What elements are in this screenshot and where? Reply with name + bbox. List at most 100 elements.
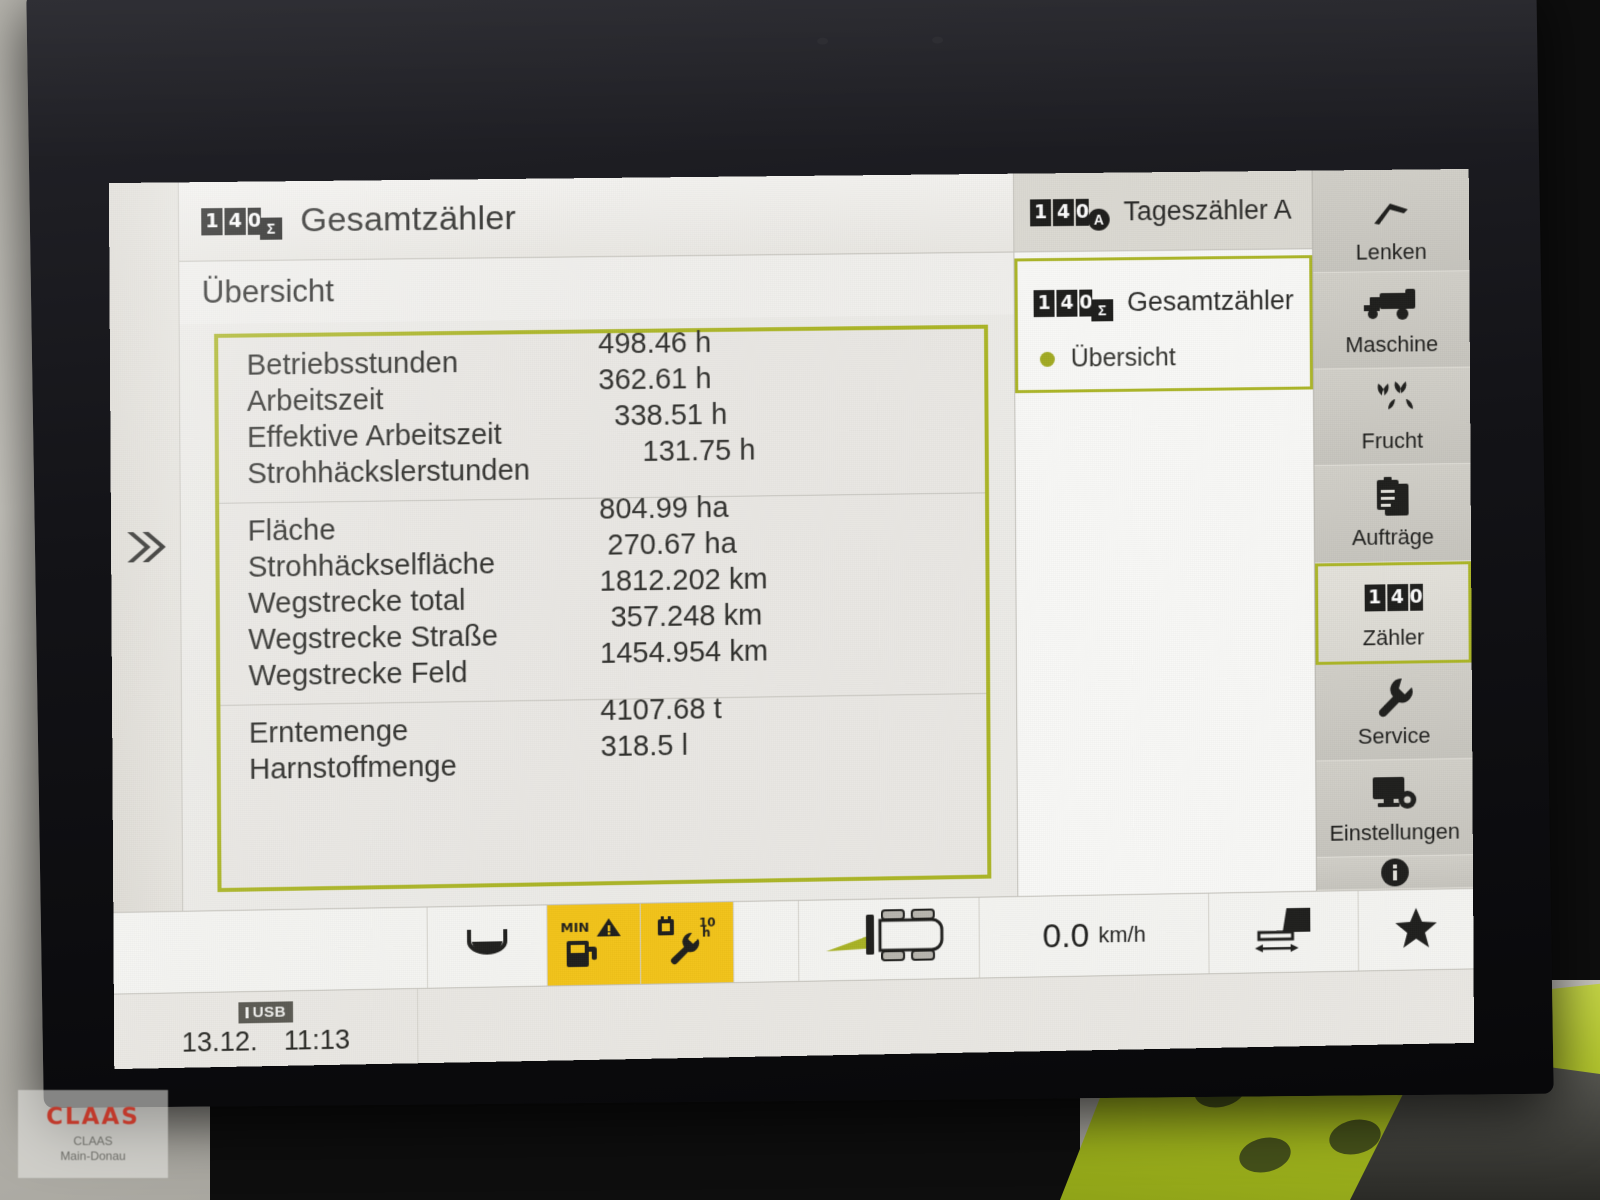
star-icon [1393, 905, 1439, 955]
sidebar-item-label: Maschine [1345, 331, 1439, 358]
sidebar-item-label: Lenken [1355, 239, 1427, 265]
clipboard-tasks-icon [1371, 475, 1415, 521]
usb-label: USB [252, 1002, 287, 1021]
counter-subitem-label: Übersicht [1070, 343, 1176, 373]
usb-status-badge: USB [238, 1000, 294, 1023]
speed-value: 0.0 [1042, 916, 1090, 955]
sidebar-item-service[interactable]: Service [1315, 662, 1473, 762]
selected-dot-icon [1039, 351, 1055, 367]
counter-group-yield: Erntemenge 4107.68 t Harnstoffmenge 318.… [220, 693, 987, 799]
sidebar-item-einstellungen[interactable]: Einstellungen [1316, 758, 1473, 858]
ui-body: 1 4 0 Σ Gesamtzähler Übersicht Betriebss… [108, 168, 1474, 913]
counter-item-total-selected[interactable]: 1 4 0 Σ Gesamtzähler Übersicht [1014, 255, 1313, 394]
row-value: 318.5 l [600, 729, 688, 763]
odometer-digit: 1 [1033, 289, 1055, 317]
counter-item-total[interactable]: 1 4 0 Σ Gesamtzähler [1017, 258, 1309, 345]
row-value: 1454.954 km [599, 634, 769, 670]
machine-overview-button[interactable] [798, 897, 980, 981]
combine-top-view-icon [824, 907, 954, 972]
row-label: Effektive Arbeitszeit [246, 418, 502, 454]
sidebar-item-label: Frucht [1361, 428, 1424, 454]
sidebar-item-zaehler[interactable]: 1 4 0 Zähler [1315, 560, 1472, 665]
odometer-sigma-badge: Σ [259, 216, 283, 240]
odometer-digit: 1 [1364, 584, 1386, 612]
wheat-ears-icon [1366, 379, 1418, 425]
info-circle-icon [1375, 856, 1415, 887]
row-label: Erntemenge [248, 714, 409, 750]
row-value: 338.51 h [614, 398, 728, 432]
cutting-width-button[interactable] [1209, 890, 1360, 974]
page-header: 1 4 0 Σ Gesamtzähler [178, 173, 1014, 262]
grain-tank-indicator[interactable] [427, 905, 548, 988]
row-label: Wegstrecke Feld [248, 656, 468, 692]
terminal-monitor: 1 4 0 Σ Gesamtzähler Übersicht Betriebss… [26, 0, 1554, 1109]
cebis-ui-root: 1 4 0 Σ Gesamtzähler Übersicht Betriebss… [108, 168, 1475, 1070]
odometer-digit: 4 [1386, 584, 1408, 612]
expand-panel-button[interactable] [108, 182, 184, 913]
claas-wordmark: CLAAS [46, 1104, 140, 1130]
dealer-line-1: CLAAS [73, 1134, 113, 1148]
bezel-sheen [26, 0, 1539, 164]
row-value: 1812.202 km [599, 562, 768, 598]
row-label: Arbeitszeit [246, 383, 384, 418]
service-due-warning[interactable]: 10 h [640, 902, 735, 984]
total-counter-odometer-icon: 1 4 0 Σ [1033, 289, 1114, 321]
sidebar-item-frucht[interactable]: Frucht [1313, 367, 1471, 467]
dealer-name: CLAAS Main-Donau [60, 1134, 125, 1164]
main-content-column: 1 4 0 Σ Gesamtzähler Übersicht Betriebss… [178, 173, 1018, 911]
odometer-a-badge: A [1087, 208, 1110, 231]
odometer-digit: 0 [1075, 198, 1089, 226]
combine-harvester-icon [1362, 282, 1422, 328]
svg-text:h: h [702, 925, 711, 939]
dealer-line-2: Main-Donau [60, 1149, 126, 1163]
status-spacer-left [113, 907, 429, 994]
counter-item-label: Gesamtzähler [1126, 284, 1294, 317]
counter-group-hours: Betriebsstunden 498.46 h Arbeitszeit 362… [218, 326, 985, 503]
claas-dealer-watermark: CLAAS CLAAS Main-Donau [18, 1090, 168, 1178]
counters-table-wrapper: Betriebsstunden 498.46 h Arbeitszeit 362… [180, 314, 1018, 910]
odometer-counter-icon: 1 4 0 [1364, 574, 1423, 621]
row-label: Strohhäckslerstunden [247, 453, 531, 490]
row-label: Strohhäckselfläche [247, 547, 496, 584]
odometer-digit: 1 [201, 207, 223, 235]
odometer-digit: 1 [1030, 198, 1052, 226]
row-label: Harnstoffmenge [249, 749, 457, 786]
sidebar-item-info-partial[interactable] [1316, 855, 1474, 891]
counter-subitem-uebersicht[interactable]: Übersicht [1018, 342, 1310, 390]
svg-text:MIN: MIN [560, 920, 589, 935]
counter-panel-empty-area [1015, 389, 1317, 897]
sidebar-item-label: Aufträge [1351, 524, 1435, 551]
day-counter-odometer-icon: 1 4 0 A [1030, 198, 1110, 231]
row-value: 362.61 h [598, 362, 712, 396]
footer-date: 13.12. [181, 1025, 258, 1058]
sidebar-item-lenken[interactable]: Lenken [1312, 168, 1470, 274]
counter-item-day-a[interactable]: 1 4 0 A Tageszähler A [1013, 170, 1313, 253]
sidebar-item-label: Service [1357, 722, 1431, 749]
fuel-level-warning[interactable]: MIN [547, 903, 642, 986]
odometer-digit: 4 [1056, 289, 1078, 317]
row-value: 357.248 km [610, 598, 763, 634]
row-label: Fläche [247, 513, 336, 548]
sidebar-item-auftraege[interactable]: Aufträge [1314, 464, 1472, 564]
wrench-icon [1372, 673, 1416, 719]
speed-unit: km/h [1098, 921, 1146, 948]
sidebar-item-maschine[interactable]: Maschine [1313, 271, 1470, 370]
row-value: 804.99 ha [599, 491, 729, 526]
page-title: Gesamtzähler [300, 198, 517, 239]
counters-table: Betriebsstunden 498.46 h Arbeitszeit 362… [214, 324, 992, 893]
odometer-digit: 4 [224, 207, 246, 235]
cutting-width-icon [1247, 903, 1321, 961]
double-chevron-right-icon [123, 527, 168, 568]
date-time-display: 13.12. 11:13 [182, 1024, 351, 1058]
bezel-sensor-dot [932, 36, 944, 44]
section-title: Übersicht [179, 252, 1014, 325]
counter-item-label: Tageszähler A [1123, 194, 1292, 226]
steering-auto-pilot-icon [1368, 190, 1414, 236]
odometer-digit: 0 [1409, 583, 1423, 611]
counter-selection-panel: 1 4 0 A Tageszähler A 1 4 0 Σ Gesamtzähl… [1012, 170, 1317, 897]
monitor-gear-icon [1370, 770, 1420, 817]
favorites-button[interactable] [1359, 889, 1474, 971]
footer-empty-area [418, 1006, 1474, 1026]
row-value: 270.67 ha [607, 527, 737, 562]
counter-group-area-distance: Fläche 804.99 ha Strohhäckselfläche 270.… [219, 491, 987, 705]
